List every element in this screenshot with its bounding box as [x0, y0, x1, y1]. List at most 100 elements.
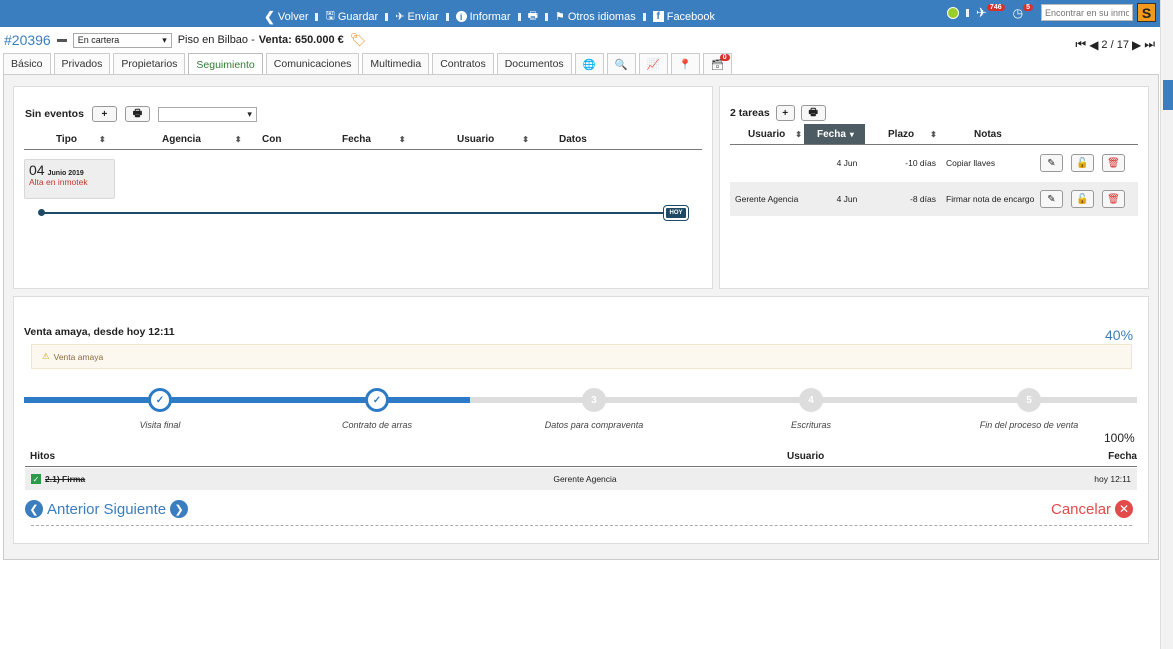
task-date: 4 Jun — [836, 158, 858, 168]
timeline-start-dot — [38, 209, 45, 216]
facebook-button[interactable]: f Facebook — [652, 11, 715, 23]
sale-price: Venta: 650.000 € — [258, 34, 344, 46]
clock-icon[interactable]: ◷ — [1013, 6, 1023, 20]
col-agencia[interactable]: Agencia ⬍ — [139, 134, 252, 145]
print-tasks-button[interactable]: 🖶 — [800, 105, 826, 121]
map-pin-icon[interactable]: 📍 — [670, 53, 700, 74]
tab-comunicaciones[interactable]: Comunicaciones — [265, 53, 360, 74]
col-con[interactable]: Con — [252, 134, 332, 145]
edit-button[interactable]: ✎ — [1040, 190, 1063, 208]
report-button[interactable]: i Informar — [455, 11, 511, 23]
plus-icon: + — [782, 107, 789, 119]
col-datos[interactable]: Datos — [559, 134, 659, 145]
events-filter-select[interactable]: ▾ — [157, 106, 257, 122]
tab-multimedia[interactable]: Multimedia — [362, 53, 430, 74]
main-content: Sin eventos + 🖶 ▾ Tipo ⬍ Agencia ⬍ Con Fec… — [3, 74, 1159, 560]
check-icon: ✓ — [372, 394, 382, 406]
side-tab[interactable] — [1163, 80, 1173, 110]
edit-button[interactable]: ✎ — [1040, 154, 1063, 172]
tab-bar: Básico Privados Propietarios Seguimiento… — [3, 53, 732, 75]
step-1[interactable]: ✓ — [148, 388, 172, 412]
sort-desc-icon: ▾ — [849, 129, 854, 139]
send-button[interactable]: ✈ Enviar — [395, 10, 438, 24]
event-text: Alta en inmotek — [29, 177, 88, 187]
trash-icon: 🗑 — [1107, 157, 1120, 169]
hito-name: 2.1) Firma — [45, 474, 86, 484]
tab-seguimiento[interactable]: Seguimiento — [188, 53, 263, 75]
info-icon: i — [455, 11, 467, 22]
sort-icon: ⬍ — [234, 135, 242, 144]
event-month: Junio 2019 — [47, 170, 84, 177]
delete-button[interactable]: 🗑 — [1102, 190, 1125, 208]
chevron-right-circle-icon[interactable]: ❯ — [170, 500, 189, 518]
step-4[interactable]: 4 — [799, 388, 823, 412]
globe-icon[interactable]: 🌐 — [574, 53, 604, 74]
delete-button[interactable]: 🗑 — [1102, 154, 1125, 172]
table-row[interactable]: 4 Jun -10 días Copiar llaves ✎ 🔓 🗑 — [730, 146, 1138, 180]
col-tipo[interactable]: Tipo ⬍ — [24, 134, 139, 145]
event-card[interactable]: 04 Junio 2019 Alta en inmotek — [24, 159, 115, 199]
prev-step-button[interactable]: Anterior — [47, 501, 100, 518]
back-button[interactable]: ❮ Volver — [264, 9, 308, 25]
inbox-icon[interactable]: 🗃 0 — [702, 53, 732, 74]
dash — [56, 38, 67, 42]
next-step-button[interactable]: Siguiente — [104, 501, 167, 518]
hitos-header: Hitos Usuario Fecha — [25, 447, 1137, 467]
col-notas[interactable]: Notas — [950, 124, 1030, 144]
tab-privados[interactable]: Privados — [53, 53, 111, 74]
add-event-button[interactable]: + — [91, 106, 117, 122]
table-row[interactable]: ✓ 2.1) Firma Gerente Agencia hoy 12:11 — [25, 468, 1137, 490]
col-fecha[interactable]: Fecha ⬍ — [332, 134, 447, 145]
chevron-left-circle-icon[interactable]: ❮ — [25, 500, 43, 518]
print-icon: 🖶 — [808, 106, 818, 118]
status-select[interactable]: En cartera ▾ — [72, 32, 172, 48]
unlock-button[interactable]: 🔓 — [1071, 190, 1094, 208]
add-task-button[interactable]: + — [775, 105, 795, 121]
process-alert: ⚠ Venta amaya — [31, 344, 1132, 369]
step-2[interactable]: ✓ — [365, 388, 389, 412]
sort-icon: ⬍ — [795, 129, 802, 139]
col-hitos: Hitos — [30, 451, 55, 462]
task-note: Copiar llaves — [946, 158, 996, 168]
today-marker[interactable]: HOY — [663, 205, 689, 221]
tab-contratos[interactable]: Contratos — [432, 53, 494, 74]
chart-icon[interactable]: 📈 — [638, 53, 668, 74]
task-date: 4 Jun — [836, 194, 858, 204]
robot-icon[interactable] — [947, 6, 960, 19]
unlock-icon: 🔓 — [1076, 157, 1089, 169]
print-events-button[interactable]: 🖶 — [124, 106, 150, 122]
edit-icon: ✎ — [1047, 157, 1056, 169]
search-input[interactable] — [1041, 4, 1133, 21]
col-usuario[interactable]: Usuario ⬍ — [730, 124, 804, 144]
cancel-process[interactable]: Cancelar ✕ — [1051, 500, 1134, 518]
page-counter: 2 / 17 — [1101, 38, 1129, 51]
step-3[interactable]: 3 — [582, 388, 606, 412]
tab-propietarios[interactable]: Propietarios — [113, 53, 186, 74]
checkbox-checked-icon[interactable]: ✓ — [31, 474, 41, 484]
app-logo[interactable]: S — [1137, 3, 1156, 22]
zoom-icon[interactable]: 🔍 — [606, 53, 636, 74]
task-term: -8 días — [910, 194, 936, 204]
col-usuario[interactable]: Usuario ⬍ — [447, 134, 559, 145]
languages-button[interactable]: ⚑ Otros idiomas — [555, 10, 636, 24]
tab-basico[interactable]: Básico — [3, 53, 51, 74]
divider — [31, 525, 1132, 526]
close-circle-icon[interactable]: ✕ — [1115, 500, 1134, 518]
print-button[interactable]: 🖶 — [528, 7, 538, 26]
save-button[interactable]: 🖫 Guardar — [325, 7, 378, 26]
step-5[interactable]: 5 — [1017, 388, 1041, 412]
first-icon[interactable]: ⏮ — [1075, 37, 1086, 52]
prev-icon[interactable]: ◀ — [1089, 38, 1098, 52]
print-icon: 🖶 — [527, 10, 538, 22]
col-fecha[interactable]: Fecha ▾ — [804, 124, 865, 144]
col-plazo[interactable]: Plazo ⬍ — [865, 124, 950, 144]
unlock-button[interactable]: 🔓 — [1071, 154, 1094, 172]
cancel-button[interactable]: Cancelar — [1051, 501, 1111, 518]
step-2-label: Contrato de arras — [341, 420, 413, 430]
table-row[interactable]: Gerente Agencia 4 Jun -8 días Firmar not… — [730, 182, 1138, 216]
tab-documentos[interactable]: Documentos — [496, 53, 572, 74]
tag-icon[interactable]: 🏷 — [350, 32, 367, 48]
next-icon[interactable]: ▶ — [1132, 38, 1141, 52]
last-icon[interactable]: ⏭ — [1144, 37, 1155, 52]
send-notifications-icon[interactable]: ✈ — [976, 5, 987, 21]
